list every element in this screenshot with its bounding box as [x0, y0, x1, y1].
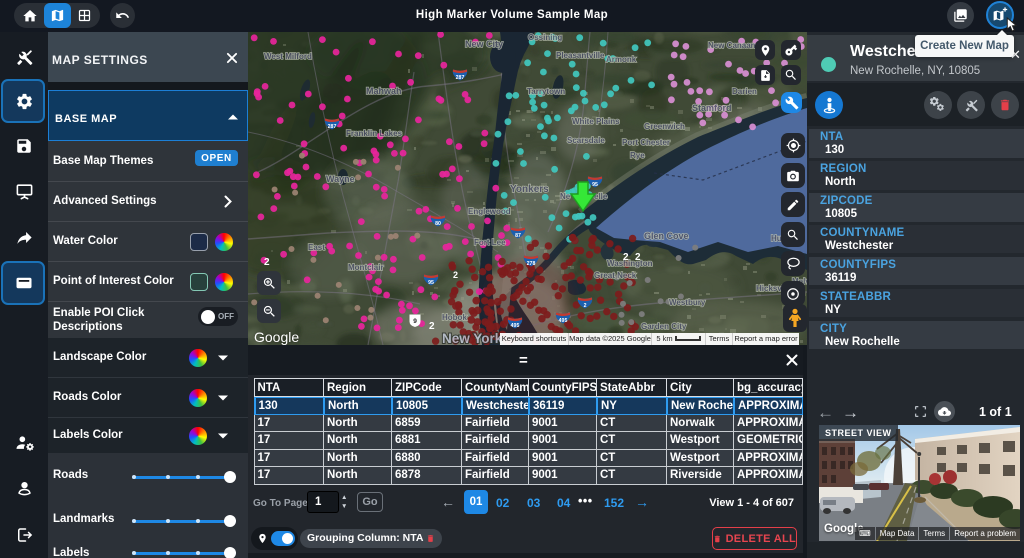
- svg-text:New Canaan: New Canaan: [708, 41, 756, 50]
- svg-text:2: 2: [635, 252, 641, 263]
- svg-text:West Milford: West Milford: [264, 52, 312, 61]
- svg-text:2: 2: [584, 303, 587, 309]
- svg-text:Ne: Ne: [560, 192, 571, 201]
- svg-text:287: 287: [456, 75, 465, 81]
- svg-text:Washington: Washington: [607, 259, 653, 268]
- svg-text:Great Neck: Great Neck: [594, 271, 637, 280]
- svg-text:2: 2: [453, 270, 458, 280]
- svg-text:Montclair: Montclair: [348, 263, 384, 272]
- svg-text:Greenwich: Greenwich: [644, 122, 685, 131]
- svg-text:287: 287: [328, 124, 337, 130]
- svg-text:80: 80: [435, 221, 441, 227]
- svg-text:Glen Cove: Glen Cove: [644, 231, 689, 241]
- svg-text:495: 495: [559, 318, 568, 324]
- svg-text:East: East: [308, 243, 325, 252]
- svg-text:278: 278: [527, 261, 536, 267]
- svg-text:2: 2: [623, 252, 629, 263]
- svg-text:Franklin Lakes: Franklin Lakes: [346, 129, 403, 138]
- svg-text:87: 87: [515, 233, 521, 239]
- svg-text:Hobok: Hobok: [442, 313, 467, 322]
- svg-text:Darien: Darien: [732, 87, 757, 96]
- svg-text:Englewood: Englewood: [468, 207, 511, 216]
- svg-text:Port Chester: Port Chester: [622, 138, 670, 147]
- svg-text:White Plains: White Plains: [572, 117, 620, 126]
- svg-text:2: 2: [264, 257, 270, 268]
- svg-text:Westbury: Westbury: [669, 298, 706, 307]
- svg-text:Scarsdale: Scarsdale: [567, 136, 605, 145]
- svg-text:Fort Lee: Fort Lee: [474, 238, 506, 247]
- svg-text:Mahwah: Mahwah: [366, 86, 402, 96]
- svg-text:Ossining: Ossining: [528, 33, 562, 42]
- svg-text:Garden City: Garden City: [641, 322, 687, 331]
- svg-text:Stamford: Stamford: [692, 103, 732, 113]
- svg-text:95: 95: [428, 280, 434, 286]
- svg-text:New City: New City: [465, 39, 503, 49]
- svg-text:Rye: Rye: [630, 151, 645, 160]
- svg-text:Wayne: Wayne: [326, 174, 355, 184]
- svg-text:New York: New York: [442, 331, 503, 345]
- svg-text:Tarrytown: Tarrytown: [527, 87, 565, 96]
- svg-text:495: 495: [511, 323, 520, 329]
- svg-text:2: 2: [429, 321, 435, 332]
- svg-text:95: 95: [592, 182, 598, 188]
- svg-text:Armonk: Armonk: [606, 55, 637, 64]
- svg-text:Yonkers: Yonkers: [510, 184, 549, 195]
- svg-text:Pleasantville: Pleasantville: [556, 51, 605, 60]
- svg-text:9: 9: [413, 318, 417, 325]
